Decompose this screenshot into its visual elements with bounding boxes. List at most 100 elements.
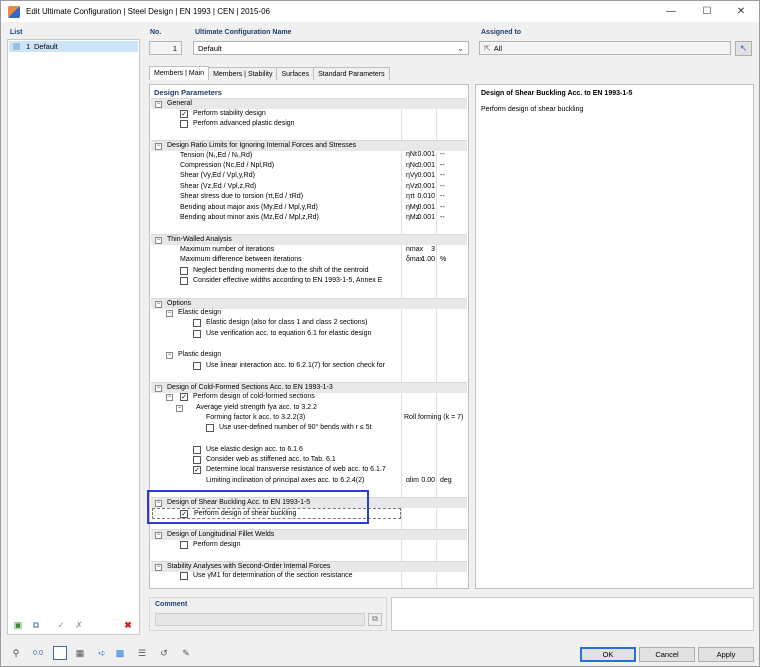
tab-bar: Members | Main Members | Stability Surfa…: [149, 66, 390, 80]
decimal-icon[interactable]: 0.0: [31, 646, 45, 660]
tab-members-stability[interactable]: Members | Stability: [208, 67, 278, 80]
apply-button[interactable]: Apply: [698, 647, 754, 662]
checkbox[interactable]: [180, 572, 188, 580]
table-row: Bending about minor axis (Mz,Ed / Mpl,z,…: [180, 214, 319, 224]
collapse-icon[interactable]: −: [166, 352, 173, 359]
checkbox[interactable]: [193, 456, 201, 464]
param-value[interactable]: 0.010: [405, 193, 435, 200]
param-value[interactable]: 0.001: [405, 204, 435, 211]
delete-icon[interactable]: ✖: [121, 618, 135, 632]
collapse-icon[interactable]: −: [166, 310, 173, 317]
copy-icon[interactable]: ⧉: [368, 613, 382, 626]
option-label: Elastic design (also for class 1 and cla…: [206, 319, 368, 326]
table-row: Shear stress due to torsion (τt,Ed / τRd…: [180, 193, 303, 203]
param-unit: --: [440, 214, 445, 221]
chevron-down-icon[interactable]: ⌄: [457, 44, 464, 53]
group-title: Stability Analyses with Second-Order Int…: [167, 563, 331, 570]
collapse-icon[interactable]: −: [155, 101, 162, 108]
minimize-button[interactable]: —: [653, 1, 689, 22]
list-icon[interactable]: ☰: [135, 646, 149, 660]
param-label: Compression (Nc,Ed / Npl,Rd): [180, 161, 275, 169]
collapse-icon[interactable]: −: [166, 394, 173, 401]
option-label: Consider web as stiffened acc. to Tab. 6…: [206, 456, 336, 463]
collapse-icon[interactable]: −: [155, 564, 162, 571]
option-label: Perform design: [193, 541, 241, 548]
checkbox-checked[interactable]: ✓: [180, 393, 188, 401]
param-value[interactable]: 1.00: [405, 256, 435, 263]
edit-icon[interactable]: ✎: [179, 646, 193, 660]
param-value[interactable]: 3: [405, 246, 435, 253]
cancel-button[interactable]: Cancel: [639, 647, 695, 662]
group-options[interactable]: − Options: [151, 298, 467, 309]
grid-icon[interactable]: ▦: [73, 646, 87, 660]
param-value[interactable]: 0.001: [405, 162, 435, 169]
group-fillet-welds[interactable]: − Design of Longitudinal Fillet Welds: [151, 529, 467, 540]
collapse-icon[interactable]: −: [176, 405, 183, 412]
new-icon[interactable]: ▣: [11, 618, 25, 632]
checkbox[interactable]: [180, 120, 188, 128]
group-title: Options: [167, 300, 192, 307]
group-stability-analyses[interactable]: − Stability Analyses with Second-Order I…: [151, 561, 467, 572]
collapse-icon[interactable]: −: [155, 237, 162, 244]
checkbox[interactable]: [180, 277, 188, 285]
list-panel: 1 Default: [7, 39, 140, 635]
config-name-value: Default: [198, 43, 222, 53]
copy-icon[interactable]: ⧉: [29, 618, 43, 632]
window-title: Edit Ultimate Configuration | Steel Desi…: [26, 7, 270, 16]
export-icon[interactable]: ➪: [95, 646, 109, 660]
param-value[interactable]: 0.001: [405, 183, 435, 190]
tab-surfaces[interactable]: Surfaces: [276, 67, 315, 80]
param-label: Shear stress due to torsion (τt,Ed / τRd…: [180, 193, 304, 200]
option-label: Determine local transverse resistance of…: [206, 466, 386, 473]
checkbox-checked[interactable]: ✓: [180, 110, 188, 118]
comment-input[interactable]: [155, 613, 365, 626]
checkbox[interactable]: [180, 541, 188, 549]
reset-icon[interactable]: ↺: [157, 646, 171, 660]
group-ratio-limits[interactable]: − Design Ratio Limits for Ignoring Inter…: [151, 140, 467, 151]
collapse-icon[interactable]: −: [155, 143, 162, 150]
collapse-icon[interactable]: −: [155, 385, 162, 392]
tab-members-main[interactable]: Members | Main: [149, 66, 210, 80]
collapse-icon[interactable]: −: [155, 532, 162, 539]
ok-button[interactable]: OK: [580, 647, 636, 662]
check-icon[interactable]: ✓: [54, 618, 68, 632]
assigned-label: Assigned to: [481, 29, 522, 36]
assign-button[interactable]: ↖: [735, 41, 752, 56]
uncheck-icon[interactable]: ✗: [72, 618, 86, 632]
group-title: Design Ratio Limits for Ignoring Interna…: [167, 142, 357, 149]
table-row: Shear (Vz,Ed / Vpl,z,Rd): [180, 183, 256, 193]
table-icon[interactable]: [53, 646, 67, 660]
tab-standard-parameters[interactable]: Standard Parameters: [313, 67, 390, 80]
group-title: General: [167, 100, 192, 107]
list-item[interactable]: 1 Default: [9, 41, 138, 52]
help-icon[interactable]: ⚲: [9, 646, 23, 660]
chart-icon[interactable]: ▩: [113, 646, 127, 660]
param-value[interactable]: 0.001: [405, 172, 435, 179]
group-cold-formed[interactable]: − Design of Cold-Formed Sections Acc. to…: [151, 382, 467, 393]
subgroup-title: Plastic design: [178, 351, 222, 358]
subgroup-title: Elastic design: [178, 309, 222, 316]
checkbox[interactable]: [180, 267, 188, 275]
item-color-icon: [13, 43, 20, 50]
param-value[interactable]: Roll forming (k = 7): [404, 414, 463, 424]
collapse-icon[interactable]: −: [155, 301, 162, 308]
checkbox[interactable]: [193, 319, 201, 327]
checkbox[interactable]: [193, 330, 201, 338]
checkbox[interactable]: [193, 362, 201, 370]
checkbox[interactable]: [206, 424, 214, 432]
param-label: Shear (Vz,Ed / Vpl,z,Rd): [180, 182, 257, 190]
list-item-name: Default: [34, 42, 58, 51]
config-name-input[interactable]: Default ⌄: [193, 41, 469, 55]
param-value[interactable]: 0.00: [405, 477, 435, 484]
param-unit: --: [440, 193, 445, 200]
group-thin-walled[interactable]: − Thin-Walled Analysis: [151, 234, 467, 245]
param-value[interactable]: 0.001: [405, 214, 435, 221]
close-button[interactable]: ✕: [723, 1, 759, 22]
group-general[interactable]: − General: [151, 98, 467, 109]
column-divider: [401, 99, 402, 588]
checkbox[interactable]: [193, 446, 201, 454]
param-label: Bending about minor axis (Mz,Ed / Mpl,z,…: [180, 214, 319, 221]
checkbox-checked[interactable]: ✓: [193, 466, 201, 474]
maximize-button[interactable]: ☐: [689, 1, 725, 22]
param-value[interactable]: 0.001: [405, 151, 435, 158]
